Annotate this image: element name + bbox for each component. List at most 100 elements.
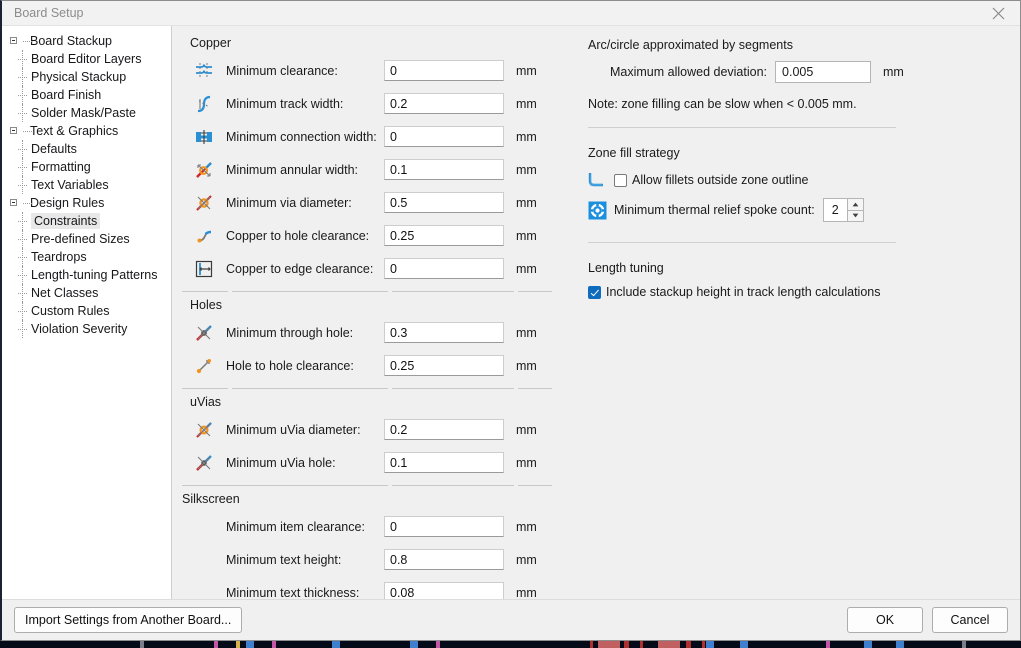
sidebar-item-net-classes[interactable]: Net Classes (2, 284, 171, 302)
sidebar-item-label: Teardrops (31, 250, 87, 264)
sidebar-item-label: Board Finish (31, 88, 102, 102)
constraint-label: Minimum annular width: (226, 162, 358, 177)
constraint-input[interactable]: 0.3 (384, 322, 504, 343)
spinner-down-icon[interactable] (846, 210, 864, 222)
thermal-spoke-value[interactable]: 2 (822, 198, 847, 222)
include-stackup-checkbox[interactable] (588, 285, 601, 299)
sidebar-item-formatting[interactable]: Formatting (2, 158, 171, 176)
max-deviation-row: Maximum allowed deviation: 0.005 mm (610, 61, 1004, 83)
constraint-label: Minimum item clearance: (226, 519, 365, 534)
close-icon[interactable] (976, 1, 1020, 25)
sidebar-item-label: Board Editor Layers (31, 52, 142, 66)
constraint-input[interactable]: 0 (384, 60, 504, 81)
constraint-unit: mm (516, 195, 537, 210)
import-settings-button[interactable]: Import Settings from Another Board... (14, 607, 243, 633)
section-separator-silkscreen (182, 485, 570, 486)
include-stackup-label: Include stackup height in track length c… (606, 285, 881, 299)
sidebar-item-board-finish[interactable]: Board Finish (2, 86, 171, 104)
sidebar-item-solder-mask-paste[interactable]: Solder Mask/Paste (2, 104, 171, 122)
constraint-row: Minimum uVia diameter: 0.2 mm (182, 413, 570, 446)
constraint-input[interactable]: 0.8 (384, 549, 504, 570)
right-separator-2 (588, 242, 896, 243)
sidebar-item-text-variables[interactable]: Text Variables (2, 176, 171, 194)
sidebar-item-board-editor-layers[interactable]: Board Editor Layers (2, 50, 171, 68)
constraint-label: Minimum uVia diameter: (226, 422, 361, 437)
constraint-unit: mm (516, 228, 537, 243)
spinner-up-icon[interactable] (846, 198, 864, 211)
constraint-input[interactable]: 0 (384, 516, 504, 537)
copper-group-title: Copper (190, 36, 231, 50)
constraint-input[interactable]: 0.2 (384, 419, 504, 440)
cancel-button[interactable]: Cancel (932, 607, 1008, 633)
sidebar-item-constraints[interactable]: Constraints (2, 212, 171, 230)
silkscreen-rows: Minimum item clearance: 0 mm Minimum text h… (182, 510, 570, 609)
sidebar-item-label: Length-tuning Patterns (31, 268, 158, 282)
copper-rows: Minimum clearance: 0 mm Minimum track width… (182, 54, 570, 285)
constraint-label: Minimum clearance: (226, 63, 338, 78)
constraint-row: Minimum clearance: 0 mm (182, 54, 570, 87)
sidebar-item-label: Formatting (31, 160, 91, 174)
sidebar-item-label: Constraints (31, 213, 101, 229)
constraint-input[interactable]: 0.1 (384, 452, 504, 473)
tree-connector (17, 212, 31, 230)
dialog-titlebar: Board Setup (2, 1, 1020, 26)
dialog-title: Board Setup (14, 6, 84, 20)
constraint-label: Minimum via diameter: (226, 195, 352, 210)
max-deviation-input[interactable]: 0.005 (775, 61, 872, 83)
sidebar-item-custom-rules[interactable]: Custom Rules (2, 302, 171, 320)
sidebar-item-text-graphics[interactable]: Text & Graphics (2, 122, 171, 140)
tree-expander-icon[interactable] (8, 194, 22, 212)
constraint-row: Minimum through hole: 0.3 mm (182, 316, 570, 349)
constraint-unit: mm (516, 129, 537, 144)
min-track-width-icon (182, 94, 226, 114)
tree-connector (17, 158, 31, 176)
tree-connector (17, 320, 31, 338)
holes-rows: Minimum through hole: 0.3 mm Hole to hole c… (182, 316, 570, 382)
allow-fillets-checkbox[interactable] (614, 173, 627, 187)
constraint-unit: mm (516, 552, 537, 567)
include-stackup-row: Include stackup height in track length c… (588, 285, 1004, 299)
constraint-input[interactable]: 0 (384, 126, 504, 147)
constraint-input[interactable]: 0.5 (384, 192, 504, 213)
sidebar-item-pre-defined-sizes[interactable]: Pre-defined Sizes (2, 230, 171, 248)
tree-connector (17, 104, 31, 122)
settings-tree[interactable]: Board Stackup Board Editor Layers Physical… (2, 26, 172, 599)
sidebar-item-violation-severity[interactable]: Violation Severity (2, 320, 171, 338)
sidebar-item-label: Solder Mask/Paste (31, 106, 136, 120)
tree-expander-icon[interactable] (8, 122, 22, 140)
sidebar-item-label: Text & Graphics (30, 124, 119, 138)
constraint-unit: mm (516, 585, 537, 600)
sidebar-item-length-tuning-patterns[interactable]: Length-tuning Patterns (2, 266, 171, 284)
sidebar-item-teardrops[interactable]: Teardrops (2, 248, 171, 266)
max-deviation-label: Maximum allowed deviation: (610, 65, 768, 79)
constraint-input[interactable]: 0.1 (384, 159, 504, 180)
sidebar-item-board-stackup[interactable]: Board Stackup (2, 32, 171, 50)
sidebar-item-physical-stackup[interactable]: Physical Stackup (2, 68, 171, 86)
tree-connector (17, 248, 31, 266)
tree-connector (17, 68, 31, 86)
tree-connector (17, 266, 31, 284)
constraint-input[interactable]: 0.25 (384, 225, 504, 246)
constraint-label: Minimum text height: (226, 552, 342, 567)
thermal-spoke-label: Minimum thermal relief spoke count: (614, 203, 815, 217)
sidebar-item-defaults[interactable]: Defaults (2, 140, 171, 158)
min-annular-width-icon (182, 160, 226, 180)
constraint-input[interactable]: 0.25 (384, 355, 504, 376)
max-deviation-unit: mm (883, 65, 904, 79)
constraints-left-column: Copper Minimum clearance: 0 mm Minimum trac… (172, 30, 570, 603)
min-uvia-diameter-icon (182, 420, 226, 440)
sidebar-item-design-rules[interactable]: Design Rules (2, 194, 171, 212)
arc-section-title: Arc/circle approximated by segments (588, 38, 793, 52)
ok-button[interactable]: OK (847, 607, 923, 633)
hole-to-hole-icon (182, 356, 226, 376)
constraint-input[interactable]: 0.2 (384, 93, 504, 114)
zone-fill-note: Note: zone filling can be slow when < 0.… (588, 97, 857, 111)
tree-connector (17, 230, 31, 248)
constraint-input[interactable]: 0 (384, 258, 504, 279)
constraint-label: Minimum track width: (226, 96, 344, 111)
thermal-spoke-stepper[interactable]: 2 (822, 198, 864, 222)
right-separator-1 (588, 127, 896, 128)
holes-group-title: Holes (190, 298, 222, 312)
tree-expander-icon[interactable] (8, 32, 22, 50)
copper-to-hole-icon (182, 226, 226, 246)
